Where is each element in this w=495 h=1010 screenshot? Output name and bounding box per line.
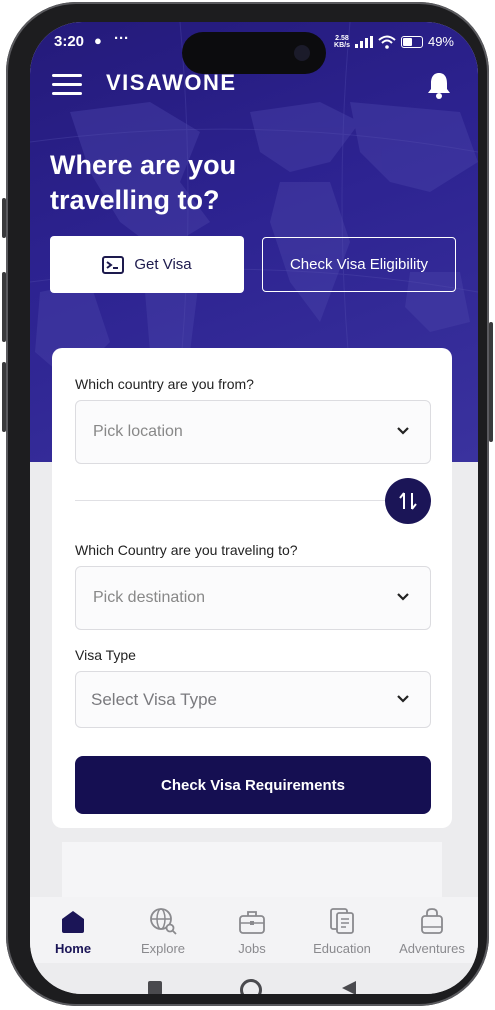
front-camera bbox=[294, 45, 310, 61]
check-eligibility-label: Check Visa Eligibility bbox=[289, 256, 429, 273]
ticket-icon bbox=[102, 255, 125, 274]
wifi-icon bbox=[378, 35, 396, 49]
app-screen: 3:20 ● ··· 2.58 KB/s 49% VISAWONE Where … bbox=[30, 22, 478, 994]
chevron-down-icon bbox=[397, 427, 409, 435]
nav-item-adventures[interactable]: Adventures bbox=[387, 905, 477, 956]
document-icon bbox=[330, 908, 354, 934]
chat-bubble-icon: ● bbox=[94, 33, 102, 48]
chevron-down-icon bbox=[397, 593, 409, 601]
from-country-label: Which country are you from? bbox=[75, 376, 254, 392]
from-country-select[interactable]: Pick location bbox=[75, 400, 431, 464]
visa-type-label: Visa Type bbox=[75, 647, 136, 663]
visa-search-card: Which country are you from? Pick locatio… bbox=[52, 348, 452, 828]
network-speed: 2.58 KB/s bbox=[334, 35, 350, 49]
swap-countries-button[interactable] bbox=[385, 478, 431, 524]
destination-country-select[interactable]: Pick destination bbox=[75, 566, 431, 630]
back-icon[interactable] bbox=[340, 979, 358, 994]
battery-percent: 49% bbox=[427, 34, 454, 49]
visa-type-select[interactable]: Select Visa Type bbox=[75, 671, 431, 728]
network-speed-value: 2.58 bbox=[335, 34, 349, 42]
side-button-volume-down bbox=[2, 362, 6, 432]
get-visa-label: Get Visa bbox=[134, 256, 192, 273]
system-navigation-bar bbox=[30, 963, 478, 994]
home-icon bbox=[62, 911, 84, 933]
home-system-icon[interactable] bbox=[240, 979, 262, 994]
nav-label-home: Home bbox=[54, 941, 92, 956]
notification-bell-icon[interactable] bbox=[424, 70, 454, 100]
destination-placeholder: Pick destination bbox=[93, 589, 206, 606]
swap-arrows-icon bbox=[399, 492, 417, 510]
divider-line bbox=[75, 500, 387, 501]
nav-item-jobs[interactable]: Jobs bbox=[207, 905, 297, 956]
from-country-placeholder: Pick location bbox=[93, 423, 183, 440]
battery-icon bbox=[400, 35, 423, 48]
hero-title: Where are you travelling to? bbox=[50, 150, 237, 215]
nav-label-jobs: Jobs bbox=[238, 941, 266, 956]
check-visa-requirements-button[interactable]: Check Visa Requirements bbox=[75, 756, 431, 814]
globe-search-icon bbox=[150, 908, 177, 935]
side-button-volume-up bbox=[2, 272, 6, 342]
visa-type-placeholder: Select Visa Type bbox=[91, 690, 218, 709]
status-bar: 3:20 ● ··· 2.58 KB/s 49% bbox=[30, 22, 478, 74]
nav-label-education: Education bbox=[313, 941, 371, 956]
network-speed-unit: KB/s bbox=[334, 41, 350, 49]
app-bar: VISAWONE bbox=[30, 68, 478, 108]
side-button-mute bbox=[2, 198, 6, 238]
check-visa-requirements-label: Check Visa Requirements bbox=[161, 776, 345, 794]
bottom-navigation: Home Explore Jobs Education Adventures bbox=[30, 897, 478, 963]
nav-item-explore[interactable]: Explore bbox=[118, 905, 208, 956]
side-button-power bbox=[489, 322, 493, 442]
to-country-label: Which Country are you traveling to? bbox=[75, 542, 298, 558]
phone-frame: 3:20 ● ··· 2.58 KB/s 49% VISAWONE Where … bbox=[2, 2, 493, 1006]
nav-label-adventures: Adventures bbox=[399, 941, 465, 956]
status-indicators: 2.58 KB/s 49% bbox=[334, 34, 454, 49]
content-placeholder bbox=[62, 842, 442, 902]
briefcase-icon bbox=[239, 911, 265, 934]
check-eligibility-tab[interactable]: Check Visa Eligibility bbox=[262, 237, 456, 292]
nav-item-education[interactable]: Education bbox=[297, 905, 387, 956]
recent-apps-icon[interactable] bbox=[148, 981, 162, 994]
signal-bars-icon bbox=[354, 35, 373, 48]
get-visa-tab[interactable]: Get Visa bbox=[50, 236, 244, 293]
nav-item-home[interactable]: Home bbox=[30, 905, 118, 956]
nav-label-explore: Explore bbox=[140, 941, 186, 956]
bag-icon bbox=[421, 908, 443, 934]
hamburger-menu-icon[interactable] bbox=[52, 74, 82, 96]
chevron-down-icon bbox=[397, 695, 409, 703]
more-notifications-icon: ··· bbox=[114, 30, 129, 47]
app-logo: VISAWONE bbox=[106, 70, 237, 95]
status-time: 3:20 bbox=[54, 33, 85, 50]
